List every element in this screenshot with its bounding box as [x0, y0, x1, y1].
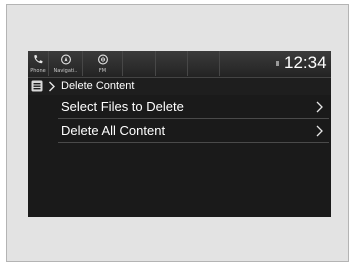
- status-bar-slot: [188, 51, 220, 76]
- clock-time: 12:34: [284, 53, 327, 72]
- list-item-delete-all[interactable]: Delete All Content: [58, 119, 329, 143]
- chevron-right-icon: [49, 81, 55, 92]
- navigation-button[interactable]: Navigati..: [49, 51, 83, 76]
- phone-icon: [34, 54, 43, 64]
- status-bar-slot: [123, 51, 156, 76]
- page-title: Delete Content: [61, 80, 135, 92]
- list-item-label: Delete All Content: [61, 123, 166, 138]
- compass-icon: [60, 54, 71, 65]
- status-bar: Phone Navigati.. FM 12:34: [28, 51, 331, 78]
- list-item-label: Select Files to Delete: [61, 99, 184, 114]
- fm-label: FM: [98, 68, 107, 74]
- navigation-label: Navigati..: [53, 68, 78, 74]
- phone-label: Phone: [30, 68, 46, 74]
- fm-button[interactable]: FM: [83, 51, 123, 76]
- display-screen: Phone Navigati.. FM 12:34 Delete Content…: [28, 51, 331, 217]
- chevron-right-icon: [316, 101, 323, 113]
- chevron-right-icon: [316, 125, 323, 137]
- radio-icon: [97, 54, 108, 65]
- menu-icon[interactable]: [31, 80, 43, 92]
- list-item-select-files[interactable]: Select Files to Delete: [58, 95, 329, 119]
- phone-button[interactable]: Phone: [28, 51, 49, 76]
- signal-indicator: [276, 61, 279, 66]
- screen-header: Delete Content: [28, 78, 331, 95]
- status-bar-slot: [156, 51, 188, 76]
